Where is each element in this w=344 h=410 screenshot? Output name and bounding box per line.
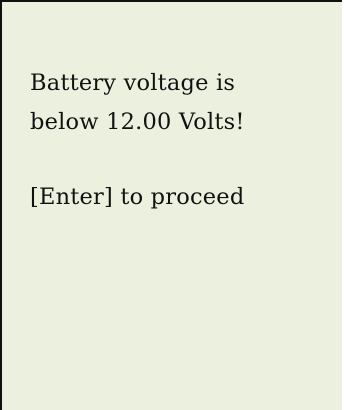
device-screen: Battery voltage is below 12.00 Volts! [E… [0, 0, 342, 410]
enter-to-proceed-prompt[interactable]: [Enter] to proceed [30, 186, 244, 209]
warning-message-line-1: Battery voltage is [30, 70, 236, 96]
warning-message-line-2: below 12.00 Volts! [30, 109, 245, 135]
